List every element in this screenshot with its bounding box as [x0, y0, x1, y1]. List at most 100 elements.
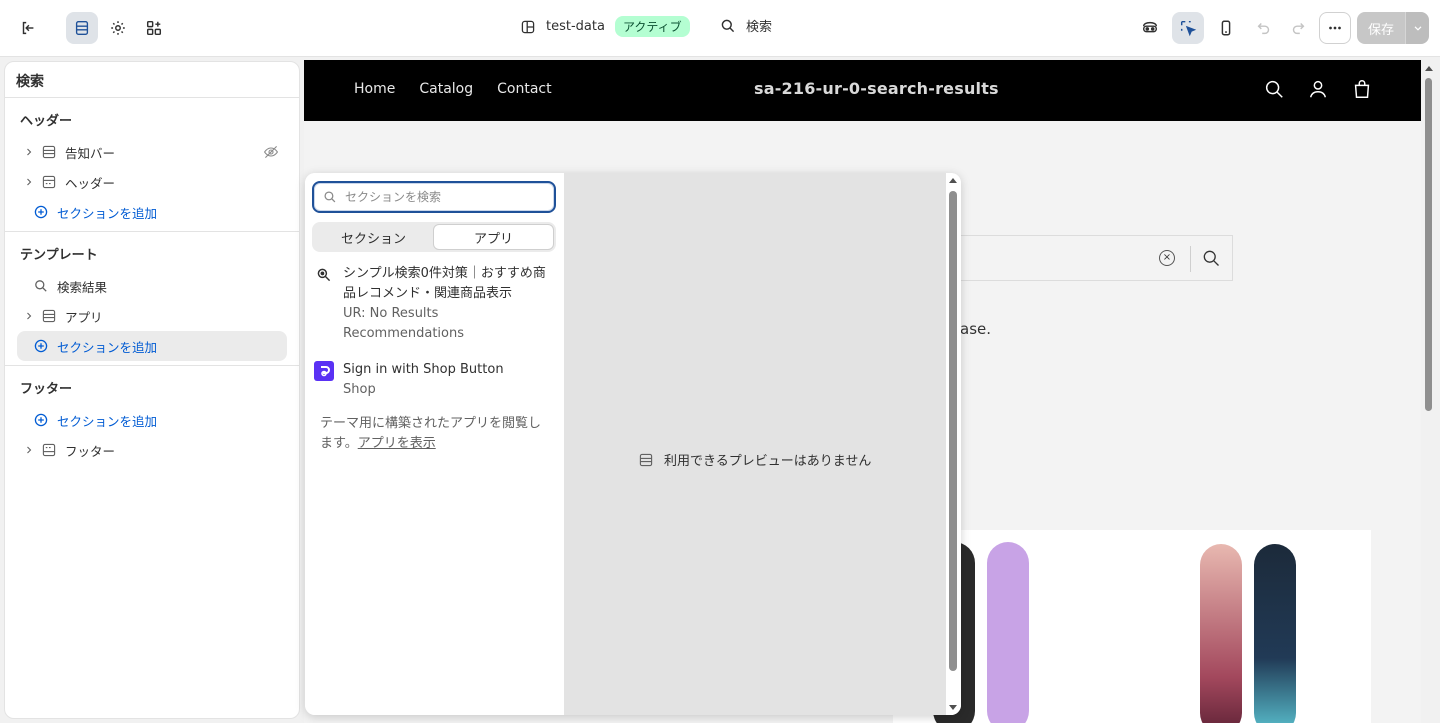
- search-icon: [324, 191, 336, 203]
- plus-circle-icon: [33, 204, 49, 220]
- group-title-footer: フッター: [20, 382, 73, 397]
- chevron-down-icon: [1414, 26, 1421, 31]
- plus-circle-icon: [33, 338, 49, 354]
- add-section-label: セクションを追加: [57, 205, 158, 221]
- mobile-preview-button[interactable]: [1210, 12, 1242, 44]
- search-icon[interactable]: [1263, 78, 1285, 100]
- section-icon: [41, 144, 57, 160]
- nav-home-link[interactable]: Home: [354, 81, 395, 97]
- scroll-down-arrow[interactable]: [949, 705, 957, 710]
- add-section-popover: セクション アプリ シンプル検索0件対策｜おすすめ商品レコメンド・関連商品表示 …: [305, 173, 961, 715]
- save-button-group: 保存: [1357, 12, 1429, 44]
- more-horizontal-icon: [1329, 26, 1341, 30]
- preview-scrollbar[interactable]: [1421, 60, 1440, 723]
- no-preview-text: 利用できるプレビューはありません: [664, 454, 872, 469]
- template-group: テンプレート 検索結果 アプリ セクションを追加: [5, 232, 299, 366]
- section-search-input[interactable]: [345, 190, 525, 204]
- shop-app-icon: [314, 361, 334, 381]
- sections-tab-button[interactable]: [66, 12, 98, 44]
- search-icon: [33, 278, 49, 294]
- app-text: Sign in with Shop Button Shop: [343, 360, 504, 400]
- inspector-toggle-button[interactable]: [1134, 12, 1166, 44]
- chevron-right-icon[interactable]: [23, 147, 35, 157]
- sidebar-title: 検索: [5, 62, 299, 98]
- page-search-label: 検索: [746, 20, 773, 35]
- undo-button[interactable]: [1248, 12, 1280, 44]
- store-header: Home Catalog Contact sa-216-ur-0-search-…: [304, 60, 1421, 121]
- app-embeds-button[interactable]: [138, 12, 170, 44]
- layout-icon: [521, 20, 535, 33]
- app-vendor: UR: No Results Recommendations: [343, 306, 465, 341]
- chevron-right-icon[interactable]: [23, 177, 35, 187]
- cart-icon[interactable]: [1351, 78, 1373, 100]
- footer-group: フッター セクションを追加 フッター: [5, 366, 299, 469]
- sidebar-item-apps[interactable]: アプリ: [17, 301, 287, 331]
- nav-catalog-link[interactable]: Catalog: [419, 81, 473, 97]
- more-actions-button[interactable]: [1319, 12, 1351, 44]
- group-title-template: テンプレート: [20, 248, 98, 263]
- group-title-header: ヘッダー: [20, 114, 73, 129]
- tab-sections[interactable]: セクション: [314, 224, 433, 250]
- inspector-icon: [1142, 21, 1158, 33]
- mobile-icon: [1221, 20, 1231, 36]
- apps-icon: [146, 20, 162, 36]
- clear-icon[interactable]: ×: [1159, 250, 1175, 266]
- theme-name: test-data: [546, 19, 605, 34]
- exit-icon: [22, 21, 34, 35]
- store-header-icons: [1263, 78, 1373, 100]
- add-section-header-button[interactable]: セクションを追加: [17, 197, 287, 227]
- sidebar-item-search-results[interactable]: 検索結果: [17, 271, 287, 301]
- sidebar-item-label: 検索結果: [57, 279, 108, 295]
- store-search-box[interactable]: ×: [944, 235, 1233, 281]
- chevron-right-icon[interactable]: [23, 311, 35, 321]
- product-image: [1254, 544, 1296, 723]
- view-apps-link[interactable]: アプリを表示: [358, 436, 436, 451]
- app-list-item[interactable]: シンプル検索0件対策｜おすすめ商品レコメンド・関連商品表示 UR: No Res…: [314, 264, 554, 344]
- tab-apps[interactable]: アプリ: [433, 224, 554, 250]
- status-badge: アクティブ: [614, 16, 690, 37]
- browse-apps-text: テーマ用に構築されたアプリを閲覧します。アプリを表示: [320, 414, 552, 454]
- redo-icon: [1292, 22, 1305, 35]
- theme-info[interactable]: test-data アクティブ: [520, 16, 690, 37]
- header-group: ヘッダー 告知バー ヘッダー セクションを追加: [5, 98, 299, 232]
- exit-button[interactable]: [12, 12, 44, 44]
- section-search-field[interactable]: [312, 181, 556, 213]
- add-section-template-button[interactable]: セクションを追加: [17, 331, 287, 361]
- save-button[interactable]: 保存: [1357, 12, 1405, 44]
- sidebar-item-label: 告知バー: [65, 145, 116, 161]
- scrollbar-thumb[interactable]: [1425, 78, 1432, 411]
- account-icon[interactable]: [1307, 78, 1329, 100]
- product-card[interactable]: [1132, 530, 1371, 723]
- nav-contact-link[interactable]: Contact: [497, 81, 551, 97]
- header-icon: [41, 174, 57, 190]
- sidebar-item-label: アプリ: [65, 309, 103, 325]
- add-section-footer-button[interactable]: セクションを追加: [17, 405, 287, 435]
- theme-settings-button[interactable]: [102, 12, 134, 44]
- popover-scrollbar[interactable]: [946, 173, 961, 715]
- sidebar-item-label: フッター: [65, 443, 116, 459]
- app-vendor: Shop: [343, 382, 376, 397]
- store-body-text: ase.: [960, 320, 992, 338]
- sidebar-item-announcement-bar[interactable]: 告知バー: [17, 137, 287, 167]
- sidebar-item-header[interactable]: ヘッダー: [17, 167, 287, 197]
- save-options-button[interactable]: [1405, 12, 1429, 44]
- app-name: シンプル検索0件対策｜おすすめ商品レコメンド・関連商品表示: [343, 266, 546, 301]
- popover-tabs: セクション アプリ: [312, 222, 556, 252]
- plus-circle-icon: [33, 412, 49, 428]
- store-title[interactable]: sa-216-ur-0-search-results: [754, 79, 999, 98]
- scroll-up-arrow[interactable]: [949, 178, 957, 183]
- eye-off-icon[interactable]: [263, 144, 279, 160]
- app-text: シンプル検索0件対策｜おすすめ商品レコメンド・関連商品表示 UR: No Res…: [343, 264, 554, 344]
- undo-icon: [1257, 22, 1270, 35]
- search-icon: [721, 19, 735, 32]
- redo-button[interactable]: [1282, 12, 1314, 44]
- sidebar-item-footer[interactable]: フッター: [17, 435, 287, 465]
- search-icon[interactable]: [1201, 248, 1221, 268]
- scrollbar-thumb[interactable]: [949, 191, 957, 671]
- app-list-item[interactable]: Sign in with Shop Button Shop: [314, 360, 554, 400]
- page-search-button[interactable]: 検索: [720, 16, 772, 35]
- select-mode-button[interactable]: [1172, 12, 1204, 44]
- scroll-up-arrow[interactable]: [1425, 66, 1433, 71]
- chevron-right-icon[interactable]: [23, 445, 35, 455]
- sections-icon: [75, 21, 89, 35]
